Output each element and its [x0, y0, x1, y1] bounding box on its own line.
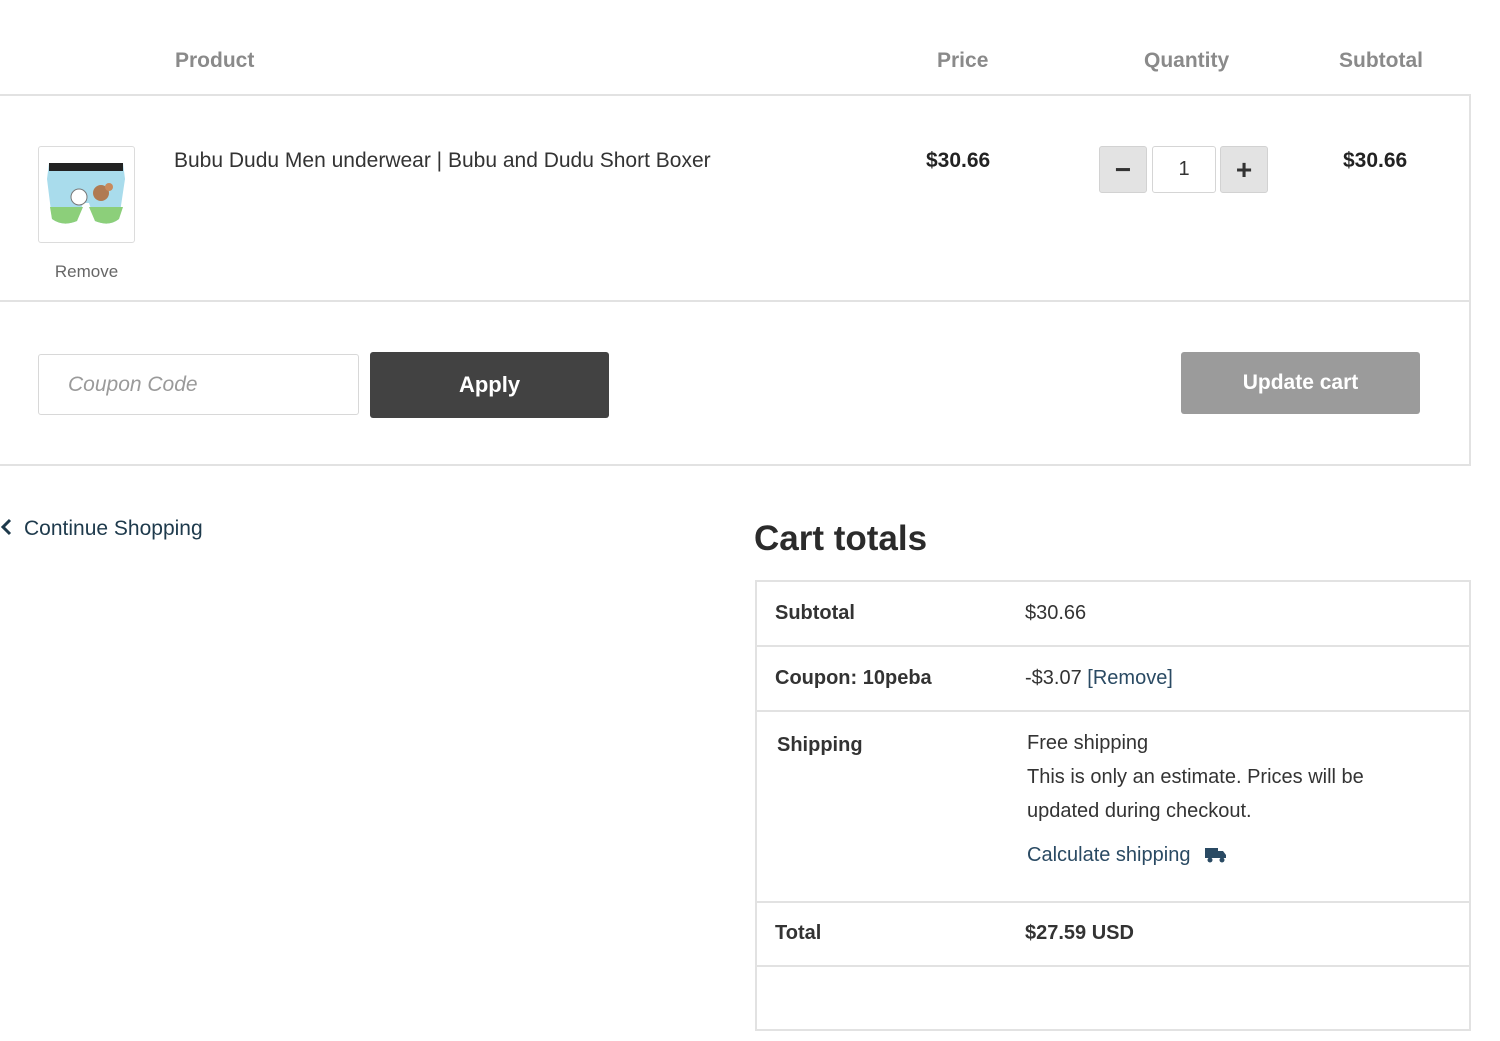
- update-cart-button[interactable]: Update cart: [1181, 352, 1420, 414]
- shipping-method: Free shipping: [1027, 732, 1149, 754]
- header-product: Product: [175, 49, 255, 72]
- calculate-shipping-link[interactable]: Calculate shipping: [1027, 838, 1364, 872]
- shipping-note-line2: updated during checkout.: [1027, 800, 1252, 822]
- totals-subtotal-value: $30.66: [1025, 602, 1087, 624]
- header-subtotal: Subtotal: [1339, 49, 1423, 72]
- totals-divider: [757, 965, 1469, 967]
- totals-shipping-label: Shipping: [777, 734, 863, 756]
- coupon-code-input[interactable]: [38, 354, 359, 415]
- chevron-left-icon: [0, 516, 14, 542]
- quantity-input[interactable]: 1: [1152, 146, 1216, 193]
- shipping-details: Free shipping This is only an estimate. …: [1027, 726, 1364, 872]
- header-price: Price: [937, 49, 989, 72]
- totals-coupon-value-row: -$3.07 [Remove]: [1025, 667, 1173, 690]
- totals-divider: [757, 645, 1469, 647]
- remove-item-link[interactable]: Remove: [38, 262, 135, 282]
- continue-shopping-label: Continue Shopping: [24, 517, 203, 540]
- continue-shopping-link[interactable]: Continue Shopping: [0, 516, 203, 542]
- product-thumbnail[interactable]: [38, 146, 135, 243]
- shipping-note-line1: This is only an estimate. Prices will be: [1027, 766, 1364, 788]
- totals-total-value: $27.59 USD: [1025, 922, 1134, 944]
- totals-divider: [757, 901, 1469, 903]
- header-quantity: Quantity: [1144, 49, 1230, 72]
- coupon-discount-value: -$3.07: [1025, 667, 1082, 689]
- apply-coupon-button[interactable]: Apply: [370, 352, 609, 418]
- totals-divider: [757, 710, 1469, 712]
- quantity-increase-button[interactable]: +: [1220, 146, 1268, 193]
- quantity-decrease-button[interactable]: −: [1099, 146, 1147, 193]
- calculate-shipping-label: Calculate shipping: [1027, 844, 1191, 866]
- cart-totals-table: Subtotal $30.66 Coupon: 10peba -$3.07 [R…: [755, 580, 1471, 1031]
- totals-coupon-label: Coupon: 10peba: [775, 667, 932, 689]
- item-price: $30.66: [926, 149, 991, 172]
- item-subtotal: $30.66: [1343, 149, 1408, 172]
- totals-subtotal-label: Subtotal: [775, 602, 855, 624]
- product-name-link[interactable]: Bubu Dudu Men underwear | Bubu and Dudu …: [174, 149, 711, 173]
- totals-total-label: Total: [775, 922, 822, 944]
- cart-table: Remove Bubu Dudu Men underwear | Bubu an…: [0, 94, 1471, 466]
- remove-coupon-link[interactable]: [Remove]: [1087, 667, 1173, 689]
- truck-icon: [1204, 845, 1228, 865]
- cart-totals-title: Cart totals: [754, 519, 928, 558]
- row-divider: [0, 300, 1469, 302]
- boxer-image: [47, 163, 125, 224]
